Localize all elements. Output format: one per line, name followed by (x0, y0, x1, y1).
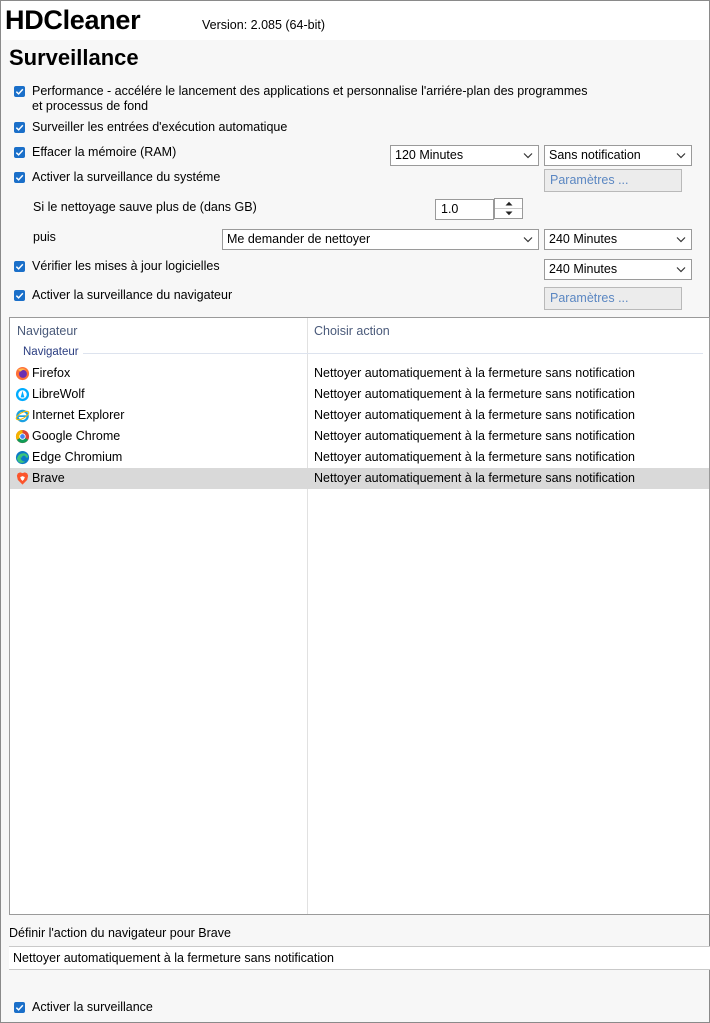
autorun-checkbox[interactable] (14, 122, 25, 133)
browser-row-librewolf[interactable]: LibreWolf Nettoyer automatiquement à la … (10, 384, 709, 405)
updates-checkbox[interactable] (14, 261, 25, 272)
system-settings-button[interactable]: Paramètres ... (544, 169, 682, 192)
ram-label: Effacer la mémoire (RAM) (32, 145, 177, 159)
then-interval-select[interactable]: 240 Minutes (544, 229, 692, 250)
then-action-value: Me demander de nettoyer (227, 232, 371, 246)
stepper-up-button[interactable] (495, 199, 522, 209)
internet-explorer-icon (15, 409, 30, 423)
chevron-down-icon (523, 237, 533, 243)
performance-option[interactable]: Performance - accélére le lancement des … (14, 84, 587, 114)
browser-row-google-chrome[interactable]: Google Chrome Nettoyer automatiquement à… (10, 426, 709, 447)
checkmark-icon (15, 292, 24, 299)
checkmark-icon (15, 1004, 24, 1011)
checkmark-icon (15, 88, 24, 95)
browser-action: Nettoyer automatiquement à la fermeture … (314, 408, 636, 422)
define-action-field[interactable]: Nettoyer automatiquement à la fermeture … (9, 946, 710, 970)
then-interval-value: 240 Minutes (549, 232, 618, 246)
browser-row-brave[interactable]: Brave Nettoyer automatiquement à la ferm… (10, 468, 709, 489)
version-label: Version: 2.085 (64-bit) (202, 18, 325, 32)
then-action-select[interactable]: Me demander de nettoyer (222, 229, 539, 250)
browser-action: Nettoyer automatiquement à la fermeture … (314, 471, 636, 485)
group-header: Navigateur (23, 346, 79, 358)
system-checkbox[interactable] (14, 172, 25, 183)
column-header-action[interactable]: Choisir action (314, 324, 390, 338)
updates-option[interactable]: Vérifier les mises à jour logicielles (14, 259, 220, 274)
system-label: Activer la surveillance du systéme (32, 170, 221, 184)
browser-name: Google Chrome (32, 429, 121, 443)
chrome-icon (15, 429, 30, 444)
ram-interval-select[interactable]: 120 Minutes (390, 145, 539, 166)
chevron-down-icon (676, 267, 686, 273)
browser-action: Nettoyer automatiquement à la fermeture … (314, 429, 636, 443)
browser-action: Nettoyer automatiquement à la fermeture … (314, 450, 636, 464)
updates-interval-select[interactable]: 240 Minutes (544, 259, 692, 280)
browser-option[interactable]: Activer la surveillance du navigateur (14, 288, 232, 303)
browser-name: Firefox (32, 366, 71, 380)
stepper-down-button[interactable] (495, 209, 522, 218)
checkmark-icon (15, 149, 24, 156)
app-title: HDCleaner (5, 5, 141, 35)
system-option[interactable]: Activer la surveillance du systéme (14, 170, 220, 185)
chevron-down-icon (523, 153, 533, 159)
ram-option[interactable]: Effacer la mémoire (RAM) (14, 145, 176, 160)
cleanup-threshold-label: Si le nettoyage sauve plus de (dans GB) (33, 200, 257, 214)
arrow-up-icon (505, 201, 512, 206)
performance-label-line2: et processus de fond (32, 99, 149, 113)
checkmark-icon (15, 174, 24, 181)
browser-row-internet-explorer[interactable]: Internet Explorer Nettoyer automatiqueme… (10, 405, 709, 426)
page-title: Surveillance (9, 45, 139, 70)
browser-row-edge-chromium[interactable]: Edge Chromium Nettoyer automatiquement à… (10, 447, 709, 468)
performance-label: Performance - accélére le lancement des … (32, 84, 587, 114)
browser-row-firefox[interactable]: Firefox Nettoyer automatiquement à la fe… (10, 363, 709, 384)
browser-name: Brave (32, 471, 65, 485)
enable-monitoring-label: Activer la surveillance (32, 1000, 153, 1014)
browser-action: Nettoyer automatiquement à la fermeture … (314, 387, 636, 401)
cleanup-threshold-input[interactable]: 1.0 (435, 199, 494, 220)
ram-notification-select[interactable]: Sans notification (544, 145, 692, 166)
updates-interval-value: 240 Minutes (549, 262, 618, 276)
then-label: puis (33, 230, 56, 244)
browser-list[interactable]: Navigateur Choisir action Navigateur Fir… (9, 317, 710, 915)
browser-action: Nettoyer automatiquement à la fermeture … (314, 366, 636, 380)
cleanup-threshold-stepper[interactable] (494, 198, 523, 219)
title-bar: HDCleaner Version: 2.085 (64-bit) (1, 1, 709, 40)
chevron-down-icon (676, 237, 686, 243)
column-header-browser[interactable]: Navigateur (17, 324, 77, 338)
browser-checkbox[interactable] (14, 290, 25, 301)
browser-name: Internet Explorer (32, 408, 125, 422)
updates-label: Vérifier les mises à jour logicielles (32, 259, 220, 273)
firefox-icon (15, 366, 30, 381)
browser-name: LibreWolf (32, 387, 85, 401)
browser-name: Edge Chromium (32, 450, 123, 464)
librewolf-icon (15, 387, 30, 402)
brave-icon (16, 472, 29, 485)
arrow-down-icon (505, 211, 512, 216)
edge-icon (15, 450, 30, 465)
performance-label-line1: Performance - accélére le lancement des … (32, 84, 588, 98)
ram-checkbox[interactable] (14, 147, 25, 158)
enable-monitoring-checkbox[interactable] (14, 1002, 25, 1013)
checkmark-icon (15, 124, 24, 131)
ram-notification-value: Sans notification (549, 148, 641, 162)
enable-monitoring-option[interactable]: Activer la surveillance (14, 1000, 153, 1015)
chevron-down-icon (676, 153, 686, 159)
autorun-label: Surveiller les entrées d'exécution autom… (32, 120, 288, 134)
browser-settings-button[interactable]: Paramètres ... (544, 287, 682, 310)
autorun-option[interactable]: Surveiller les entrées d'exécution autom… (14, 120, 287, 135)
performance-checkbox[interactable] (14, 86, 25, 97)
group-divider (83, 353, 703, 354)
define-action-label: Définir l'action du navigateur pour Brav… (9, 926, 231, 940)
browser-label: Activer la surveillance du navigateur (32, 288, 233, 302)
ram-interval-value: 120 Minutes (395, 148, 464, 162)
checkmark-icon (15, 263, 24, 270)
